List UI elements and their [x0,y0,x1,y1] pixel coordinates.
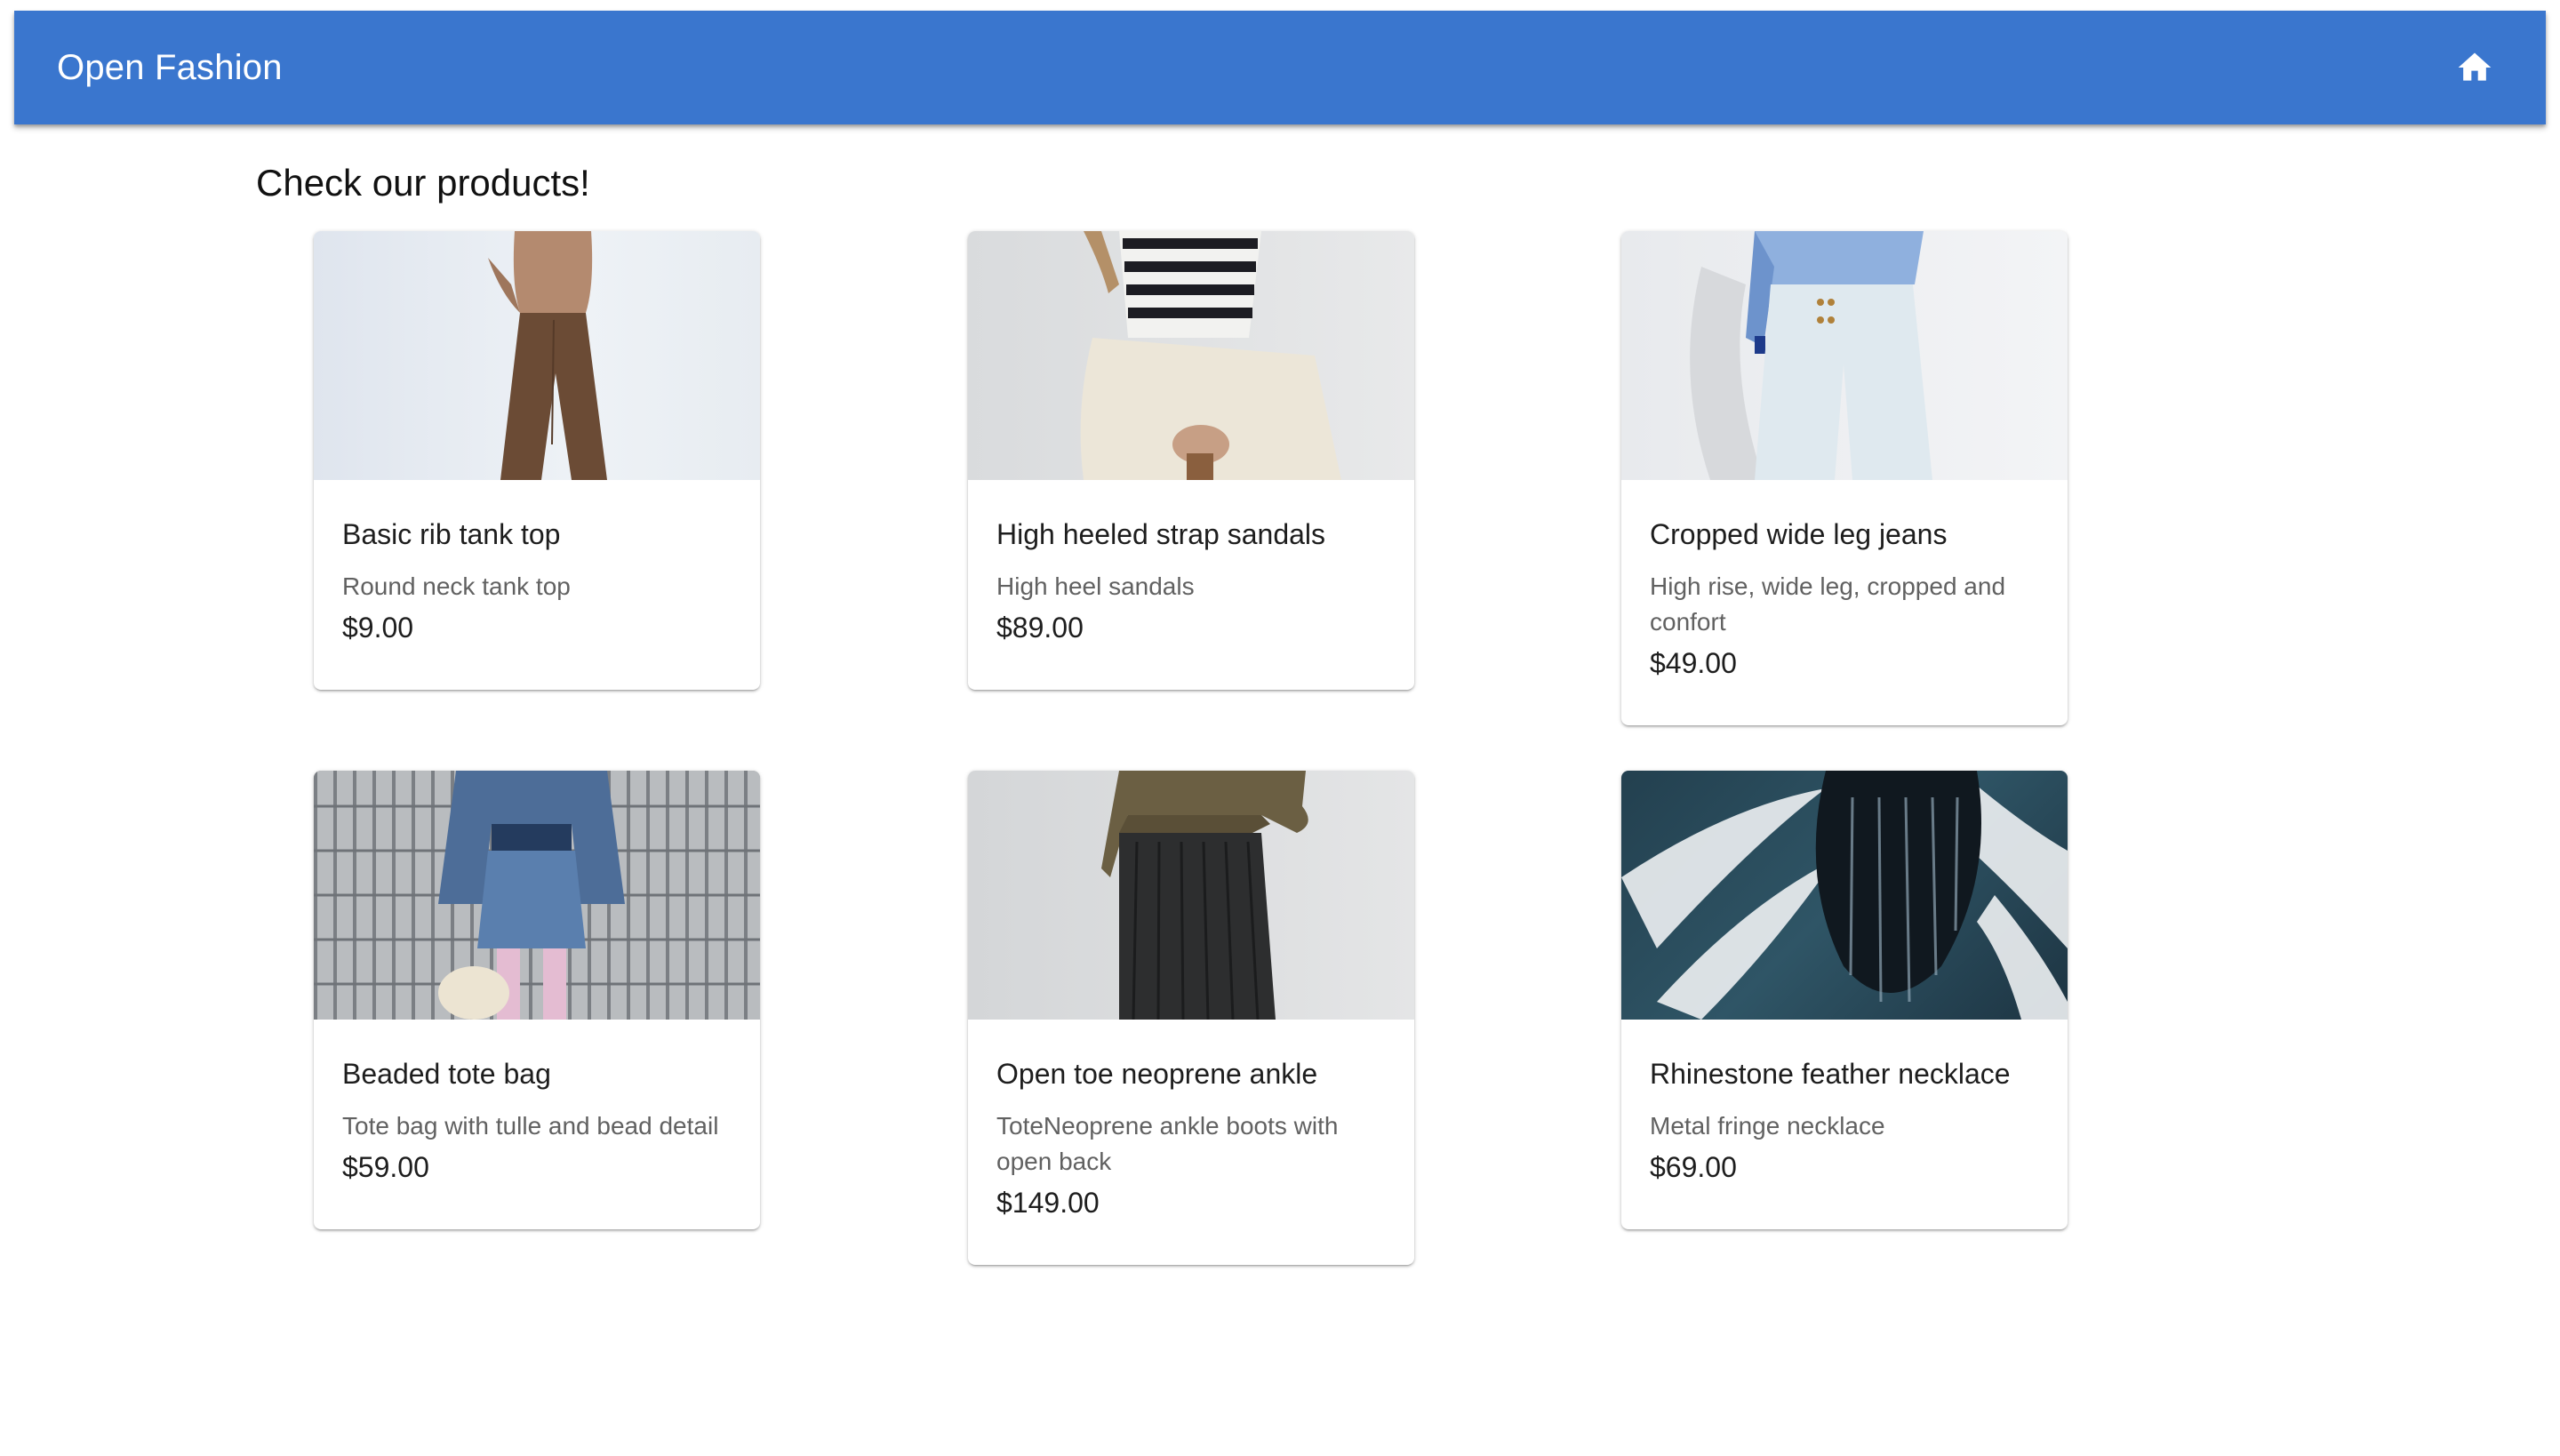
product-description: Tote bag with tulle and bead detail [342,1112,719,1140]
product-image[interactable] [314,771,760,1020]
product-image[interactable] [1621,231,2068,480]
product-description: Metal fringe necklace [1650,1112,1885,1140]
product-image[interactable] [314,231,760,480]
app-title[interactable]: Open Fashion [57,48,283,88]
product-name: Rhinestone feather necklace [1650,1058,2011,1090]
product-name: Open toe neoprene ankle [996,1058,1318,1090]
product-image[interactable] [968,771,1414,1020]
product-name: High heeled strap sandals [996,518,1326,550]
product-description: High heel sandals [996,572,1195,601]
product-card[interactable]: Cropped wide leg jeans High rise, wide l… [1621,231,2068,726]
product-card[interactable]: High heeled strap sandals High heel sand… [968,231,1414,691]
home-icon [2458,52,2492,81]
product-price: $9.00 [342,612,414,644]
product-description: High rise, wide leg, cropped and confort [1650,572,2006,636]
product-card[interactable]: Rhinestone feather necklace Metal fringe… [1621,771,2068,1230]
app-bar: Open Fashion [14,11,2546,124]
product-price: $49.00 [1650,647,1737,680]
product-price: $89.00 [996,612,1084,644]
product-name: Beaded tote bag [342,1058,551,1090]
product-price: $59.00 [342,1151,429,1184]
product-card[interactable]: Basic rib tank top Round neck tank top $… [314,231,760,691]
product-image[interactable] [968,231,1414,480]
home-button[interactable] [2446,39,2503,96]
page-heading: Check our products! [256,162,590,204]
product-name: Basic rib tank top [342,518,561,550]
product-name: Cropped wide leg jeans [1650,518,1948,550]
product-card[interactable]: Beaded tote bag Tote bag with tulle and … [314,771,760,1230]
product-description: Round neck tank top [342,572,571,601]
product-description: ToteNeoprene ankle boots with open back [996,1112,1339,1176]
product-card[interactable]: Open toe neoprene ankle ToteNeoprene ank… [968,771,1414,1266]
product-price: $69.00 [1650,1151,1737,1184]
product-price: $149.00 [996,1187,1100,1220]
product-image[interactable] [1621,771,2068,1020]
